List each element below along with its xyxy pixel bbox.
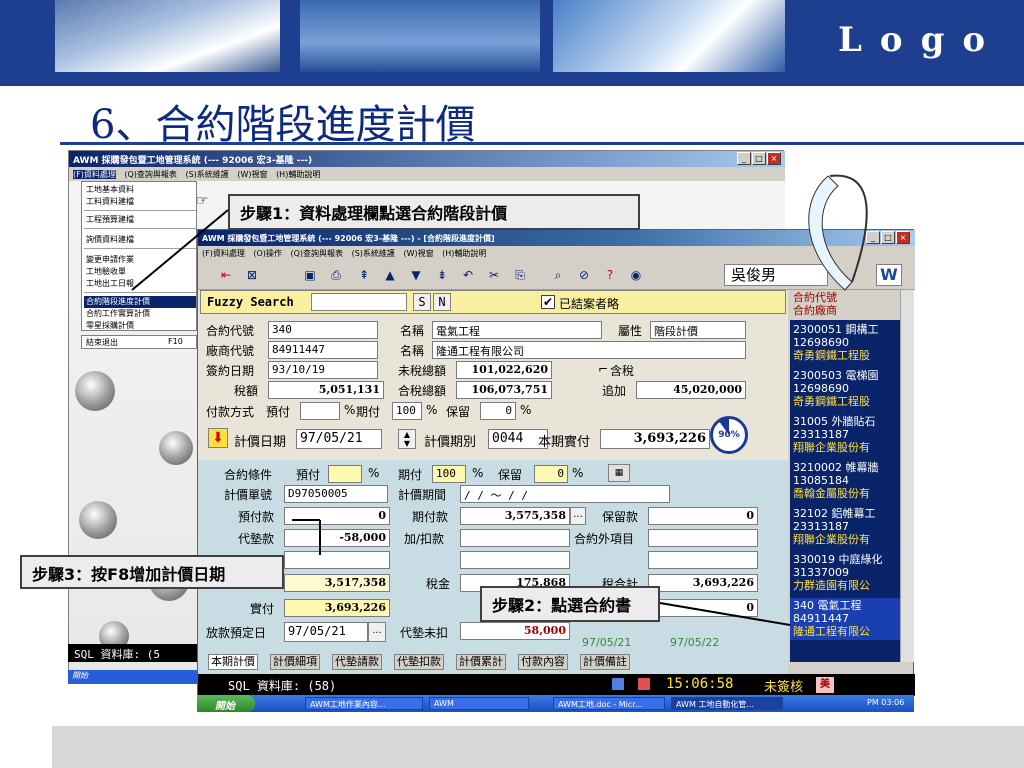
- callout1-pointer-line: [131, 209, 229, 291]
- callout2-pointer-line: [659, 602, 791, 626]
- pointer-hand-icon: ☞: [196, 193, 209, 209]
- footer-bar: [52, 726, 1024, 768]
- callout-step1: 步驟1：資料處理欄點選合約階段計價: [228, 194, 640, 230]
- callout-step2: 步驟2：點選合約書: [480, 586, 660, 622]
- annotation-lines: [131, 174, 868, 626]
- curved-arrow-shape: [808, 175, 853, 291]
- callout-step3: 步驟3：按F8增加計價日期: [20, 555, 284, 589]
